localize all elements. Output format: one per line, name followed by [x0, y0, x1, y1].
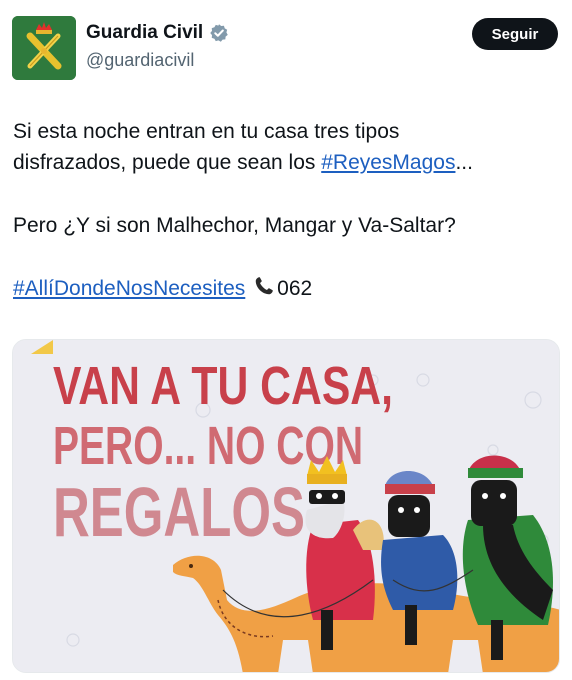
image-headline-3: REGALOS — [53, 473, 305, 551]
tweet-media-image[interactable]: VAN A TU CASA, PERO... NO CON REGALOS — [12, 339, 560, 673]
account-name-row: Guardia Civil — [86, 22, 229, 44]
account-handle[interactable]: @guardiacivil — [86, 50, 194, 71]
hashtag-reyes-magos-link[interactable]: #ReyesMagos — [321, 151, 455, 174]
verified-badge-icon — [210, 24, 228, 42]
tweet-text: Si esta noche entran en tu casa tres tip… — [13, 116, 553, 304]
tweet-line-1: Si esta noche entran en tu casa tres tip… — [13, 116, 553, 147]
image-headline-2: PERO... NO CON — [53, 416, 363, 476]
hashtag-alli-donde-link[interactable]: #AllíDondeNosNecesites — [13, 277, 245, 300]
image-headline-1: VAN A TU CASA, — [53, 356, 393, 416]
tweet-text-span: Si esta noche entran en tu casa tres tip… — [13, 120, 400, 143]
telephone-icon — [255, 277, 273, 295]
tweet-text-span: ... — [455, 151, 473, 174]
tweet-line-4: #AllíDondeNosNecesites 062 — [13, 273, 553, 304]
phone-number: 062 — [277, 277, 313, 300]
tweet-line-3: Pero ¿Y si son Malhechor, Mangar y Va-Sa… — [13, 214, 456, 237]
tweet-line-2: disfrazados, puede que sean los #ReyesMa… — [13, 147, 553, 178]
guardia-civil-emblem-icon — [12, 16, 76, 80]
media-illustration: VAN A TU CASA, PERO... NO CON REGALOS — [13, 340, 559, 672]
account-name[interactable]: Guardia Civil — [86, 22, 203, 44]
follow-button[interactable]: Seguir — [472, 18, 558, 50]
tweet-text-span: disfrazados, puede que sean los — [13, 151, 322, 174]
avatar[interactable] — [12, 16, 76, 80]
tweet-header: Guardia Civil @guardiacivil Seguir — [12, 14, 560, 80]
